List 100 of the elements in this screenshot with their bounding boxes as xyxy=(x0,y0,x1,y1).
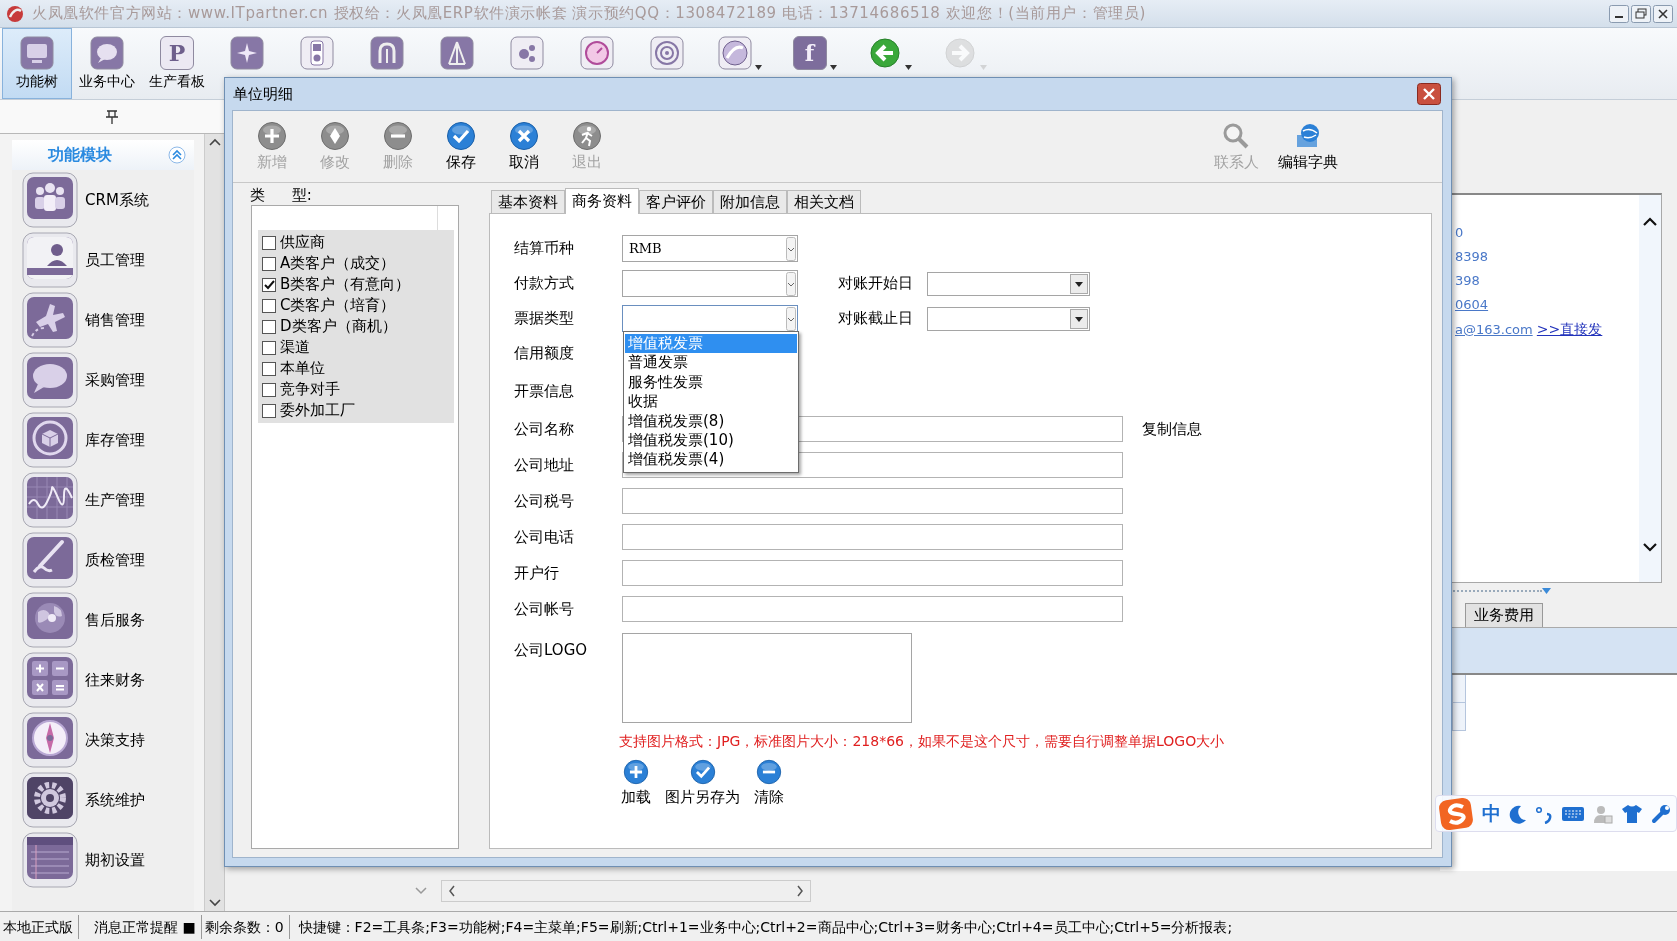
minimize-icon[interactable] xyxy=(1609,4,1629,23)
scroll-down-icon[interactable] xyxy=(1643,543,1657,552)
module-item[interactable]: 质检管理 xyxy=(12,530,194,590)
text-field[interactable] xyxy=(622,524,1123,550)
checkbox[interactable] xyxy=(262,382,276,397)
module-item[interactable]: 往来财务 xyxy=(12,650,194,710)
email-link[interactable]: a@163.com xyxy=(1455,322,1533,337)
text-field[interactable] xyxy=(622,596,1123,622)
dropdown-option[interactable]: 增值税发票(4) xyxy=(625,450,797,470)
scroll-right-icon[interactable] xyxy=(796,885,804,897)
globe-icon xyxy=(22,592,78,648)
module-item[interactable]: 采购管理 xyxy=(12,350,194,410)
arch-icon xyxy=(370,36,404,70)
dialog-title: 单位明细 xyxy=(233,84,293,104)
scroll-left-icon[interactable] xyxy=(448,885,456,897)
running-figure-icon xyxy=(571,121,602,151)
phone-link[interactable]: 0604 xyxy=(1455,293,1639,317)
checkbox[interactable] xyxy=(262,403,276,418)
keyboard-icon[interactable] xyxy=(1561,804,1585,823)
module-item[interactable]: 员工管理 xyxy=(12,230,194,290)
field-label: 公司税号 xyxy=(514,491,575,511)
status-text: 本地正式版 xyxy=(0,914,79,939)
scroll-up-icon[interactable] xyxy=(208,138,221,146)
module-item[interactable]: 库存管理 xyxy=(12,410,194,470)
text-field[interactable] xyxy=(622,488,1123,514)
toolbar-button[interactable]: 业务中心 xyxy=(72,28,142,99)
tab[interactable]: 客户评价 xyxy=(639,190,713,213)
scrollbar[interactable] xyxy=(204,134,224,911)
gear-icon xyxy=(22,772,78,828)
field-label: 公司名称 xyxy=(514,419,575,439)
ime-mode[interactable]: 中 xyxy=(1482,800,1501,827)
dropdown-option[interactable]: 普通发票 xyxy=(625,353,797,373)
id-card-icon xyxy=(22,232,78,288)
gauge-icon xyxy=(580,36,614,70)
text-field[interactable] xyxy=(622,560,1123,586)
toolbar-button[interactable]: 保存 xyxy=(429,121,492,172)
caret-icon xyxy=(904,65,912,70)
image-button[interactable]: 图片另存为 xyxy=(661,759,744,807)
shirt-icon[interactable] xyxy=(1621,803,1643,824)
info-text: 8398 xyxy=(1455,248,1490,266)
module-item[interactable]: 期初设置 xyxy=(12,830,194,890)
close-icon[interactable] xyxy=(1653,4,1673,23)
scroll-down-icon[interactable] xyxy=(208,899,221,907)
restore-icon[interactable] xyxy=(1631,4,1651,23)
toolbar-button[interactable]: 取消 xyxy=(492,121,555,172)
table-header-cell xyxy=(1452,675,1466,703)
checkbox-label: 渠道 xyxy=(280,338,310,357)
module-item[interactable]: 销售管理 xyxy=(12,290,194,350)
image-button[interactable]: 加载 xyxy=(617,759,655,807)
field-label: 付款方式 xyxy=(514,274,575,293)
combo-box[interactable]: RMB xyxy=(622,235,798,262)
checkbox[interactable] xyxy=(262,235,276,250)
field-label: 公司电话 xyxy=(514,527,575,547)
app-logo-icon xyxy=(6,4,24,23)
date-combo-box[interactable] xyxy=(927,271,1090,296)
dropdown-option[interactable]: 增值税发票(10) xyxy=(625,430,797,451)
tab[interactable]: 商务资料 xyxy=(565,188,639,214)
dropdown-option[interactable]: 收据 xyxy=(625,392,797,412)
send-link[interactable]: >>直接发 xyxy=(1536,321,1603,337)
close-icon[interactable] xyxy=(1417,83,1441,105)
module-item[interactable]: 系统维护 xyxy=(12,770,194,830)
horizontal-scrollbar[interactable] xyxy=(441,880,811,902)
toolbar-button[interactable]: P 生产看板 xyxy=(142,28,212,99)
triangle-icon[interactable] xyxy=(1542,587,1551,594)
scroll-up-icon[interactable] xyxy=(1643,217,1657,226)
letter-tile-icon: f xyxy=(792,36,827,70)
checkbox[interactable] xyxy=(262,319,276,334)
wrench-icon[interactable] xyxy=(1651,803,1671,824)
tab[interactable]: 业务费用 xyxy=(1465,603,1543,627)
checkbox[interactable] xyxy=(262,298,276,313)
module-item[interactable]: 生产管理 xyxy=(12,470,194,530)
checkbox[interactable] xyxy=(262,277,276,292)
toolbar-button[interactable]: 编辑字典 xyxy=(1272,121,1344,172)
checkbox[interactable] xyxy=(262,361,276,376)
module-item[interactable]: CRM系统 xyxy=(12,170,194,230)
combo-box[interactable] xyxy=(622,270,798,297)
field-label: 公司地址 xyxy=(514,455,575,475)
collapse-icon[interactable] xyxy=(168,146,186,164)
dropdown-option[interactable]: 增值税发票(8) xyxy=(625,411,797,431)
tab[interactable]: 附加信息 xyxy=(713,190,787,213)
module-item[interactable]: 决策支持 xyxy=(12,710,194,770)
brush-icon xyxy=(22,532,78,588)
toolbar-button[interactable]: 功能树 xyxy=(2,28,72,99)
date-combo-box[interactable] xyxy=(927,306,1090,331)
image-button[interactable]: 清除 xyxy=(750,759,788,807)
tab[interactable]: 基本资料 xyxy=(491,190,565,213)
checkbox[interactable] xyxy=(262,340,276,355)
check-icon xyxy=(689,759,716,785)
field-label: 对账开始日 xyxy=(838,274,914,293)
checkbox[interactable] xyxy=(262,256,276,271)
scrollbar[interactable] xyxy=(1639,195,1661,582)
toolbar-button[interactable]: f xyxy=(777,28,852,99)
copy-info-button[interactable]: 复制信息 xyxy=(1142,419,1202,439)
ime-logo-icon[interactable] xyxy=(1438,796,1474,831)
moon-icon[interactable] xyxy=(1509,803,1527,824)
pin-icon[interactable] xyxy=(104,108,120,125)
dropdown-option[interactable]: 服务性发票 xyxy=(625,372,797,393)
tab[interactable]: 相关文档 xyxy=(787,190,861,213)
chevron-down-icon[interactable] xyxy=(415,887,427,895)
module-item[interactable]: 售后服务 xyxy=(12,590,194,650)
